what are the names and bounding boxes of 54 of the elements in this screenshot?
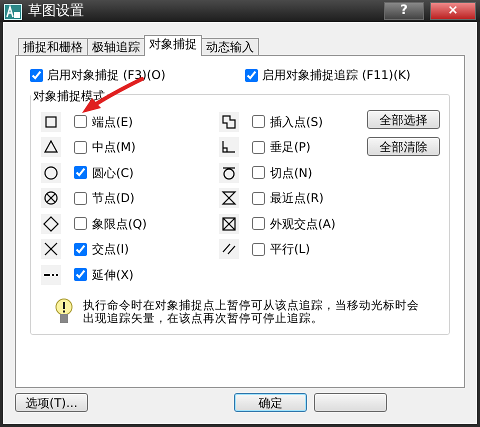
checkbox[interactable] (252, 140, 265, 154)
checkbox-label: 平行(L) (270, 241, 310, 258)
checkbox-label: 象限点(Q) (92, 216, 147, 233)
diamond-icon (41, 214, 61, 234)
close-button[interactable]: × (430, 2, 476, 20)
square-icon (41, 112, 61, 132)
checkbox[interactable] (30, 68, 43, 82)
checkbox-label: 切点(N) (270, 164, 312, 182)
checkbox-label: 延伸(X) (92, 266, 134, 284)
checkbox[interactable] (252, 166, 265, 180)
checkbox-label: 节点(D) (92, 190, 135, 208)
checkbox-label: 启用对象捕捉追踪 (F11)(K) (262, 67, 411, 84)
tab[interactable]: 极轴追踪 (87, 38, 145, 56)
checkbox[interactable] (252, 115, 265, 128)
checkbox[interactable] (74, 217, 87, 230)
checkbox-label: 垂足(P) (270, 139, 311, 156)
checkbox-label: 中点(M) (92, 139, 136, 156)
app-icon (4, 2, 22, 20)
lightbulb-icon (55, 298, 73, 326)
checkbox[interactable] (74, 166, 87, 180)
dialog-button[interactable] (314, 393, 387, 412)
checkbox-label: 最近点(R) (270, 190, 324, 208)
checkbox[interactable] (74, 268, 87, 282)
cross-icon (41, 239, 61, 260)
tab[interactable]: 捕捉和栅格 (18, 38, 88, 56)
clear-all-button[interactable]: 全部清除 (367, 137, 440, 156)
hint-text: 执行命令时在对象捕捉点上暂停可从该点追踪，当移动光标时会出现追踪矢量，在该点再次暂停可停止追踪。 (83, 298, 420, 324)
checkbox-label: 启用对象捕捉 (F3)(O) (47, 67, 166, 84)
checkbox[interactable] (74, 115, 87, 128)
help-button[interactable]: ? (384, 2, 424, 20)
hourglass-icon (219, 188, 239, 208)
checkbox-label: 插入点(S) (270, 114, 323, 131)
checkbox[interactable] (252, 192, 265, 205)
insert-point-icon (219, 112, 239, 132)
checkbox[interactable] (74, 140, 87, 154)
tab[interactable]: 对象捕捉 (144, 35, 202, 56)
tangent-icon (219, 162, 239, 183)
perpendicular-icon (219, 137, 239, 158)
checkbox-label: 交点(I) (92, 241, 129, 258)
checkbox-label: 外观交点(A) (270, 216, 336, 233)
checkbox-label: 端点(E) (92, 114, 133, 131)
crossed-square-icon (219, 214, 239, 234)
options-button[interactable]: 选项(T)... (15, 393, 88, 412)
tab[interactable]: 动态输入 (201, 38, 259, 56)
checkbox[interactable] (74, 242, 87, 256)
checkbox[interactable] (74, 192, 87, 205)
checkbox[interactable] (252, 242, 265, 256)
ok-button[interactable]: 确定 (234, 393, 307, 412)
parallel-lines-icon (219, 239, 239, 260)
select-all-button[interactable]: 全部选择 (367, 110, 440, 129)
window-title: 草图设置 (28, 2, 85, 20)
checkbox[interactable] (245, 68, 258, 82)
checkbox[interactable] (252, 217, 265, 230)
checkbox-label: 圆心(C) (92, 164, 134, 182)
